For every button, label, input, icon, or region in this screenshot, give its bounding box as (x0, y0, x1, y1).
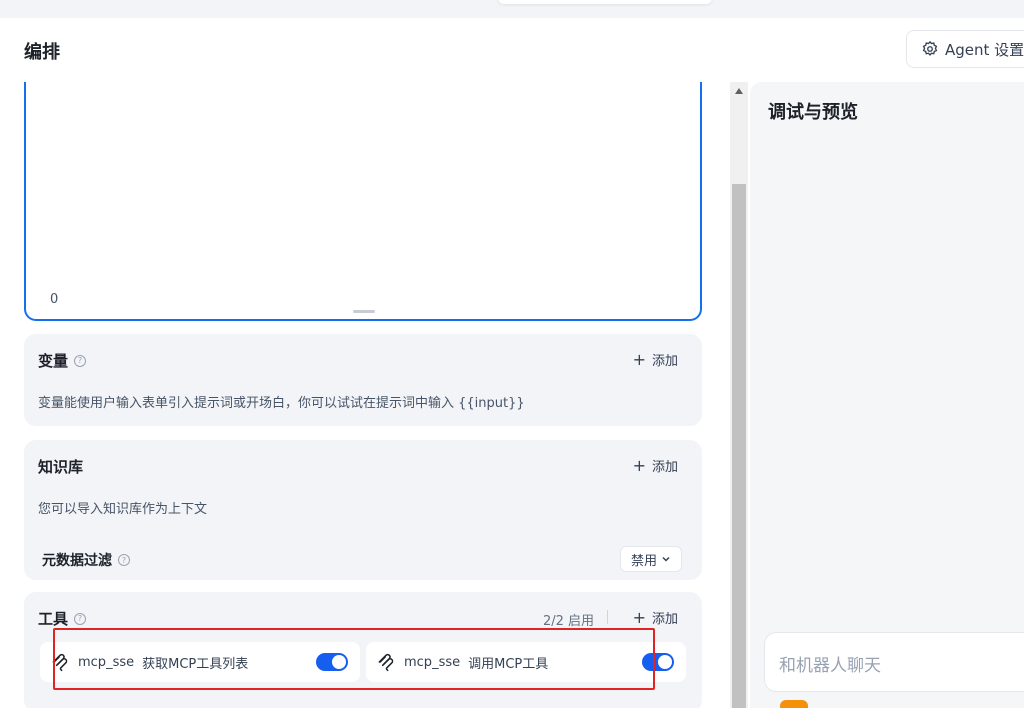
divider (607, 610, 608, 624)
tool-item[interactable]: mcp_sse 获取MCP工具列表 (40, 642, 360, 682)
tools-section: 工具 ? 2/2 启用 + 添加 mcp_sse 获取MCP工具列表 mcp_s… (24, 592, 702, 708)
tools-title: 工具 (38, 610, 69, 628)
tool-description: 调用MCP工具 (468, 656, 549, 672)
plus-icon: + (632, 607, 646, 627)
help-icon[interactable]: ? (74, 354, 87, 367)
help-icon[interactable]: ? (74, 612, 87, 625)
scroll-thumb[interactable] (732, 184, 746, 708)
resize-handle[interactable] (353, 310, 375, 313)
chevron-down-icon (662, 556, 670, 562)
tools-enabled-status: 2/2 启用 (542, 614, 594, 629)
scroll-up-arrow-icon[interactable] (735, 88, 743, 94)
preview-title: 调试与预览 (768, 102, 858, 123)
variables-title-row: 变量 ? (38, 350, 87, 371)
metadata-filter-label: 元数据过滤 (42, 553, 112, 569)
main-panel: 编排 Agent 设置 0 变量 ? + 添加 变量能使用户输入表单引入提示词或… (0, 18, 1024, 708)
variables-title: 变量 (38, 352, 69, 370)
knowledge-add-label: 添加 (651, 460, 678, 475)
knowledge-description: 您可以导入知识库作为上下文 (38, 502, 208, 517)
agent-settings-label: Agent 设置 (945, 40, 1024, 59)
plus-icon: + (632, 349, 646, 369)
variables-description: 变量能使用户输入表单引入提示词或开场白，你可以试试在提示词中输入 {{input… (38, 396, 525, 411)
knowledge-add-button[interactable]: + 添加 (633, 456, 678, 475)
prompt-char-count: 0 (50, 292, 59, 307)
tools-add-button[interactable]: + 添加 (633, 608, 678, 627)
avatar (780, 700, 808, 708)
agent-settings-button[interactable]: Agent 设置 (906, 30, 1024, 68)
orchestration-panel: 0 变量 ? + 添加 变量能使用户输入表单引入提示词或开场白，你可以试试在提示… (0, 82, 722, 708)
top-bar (0, 0, 1024, 18)
scrollbar[interactable] (730, 82, 748, 708)
knowledge-section: 知识库 + 添加 您可以导入知识库作为上下文 元数据过滤 ? 禁用 (24, 440, 702, 580)
chat-input[interactable]: 和机器人聊天 (764, 632, 1024, 692)
tool-name: mcp_sse (78, 654, 135, 670)
metadata-filter-title-row: 元数据过滤 ? (42, 550, 130, 570)
tool-toggle[interactable] (642, 653, 674, 671)
debug-preview-panel: 调试与预览 和机器人聊天 (750, 82, 1024, 708)
metadata-filter-select[interactable]: 禁用 (620, 546, 682, 572)
tool-description: 获取MCP工具列表 (142, 656, 249, 672)
mcp-icon (378, 653, 394, 672)
page-title: 编排 (24, 42, 60, 63)
metadata-filter-value: 禁用 (630, 553, 657, 569)
tools-title-row: 工具 ? (38, 608, 87, 629)
variables-add-button[interactable]: + 添加 (633, 350, 678, 369)
variables-section: 变量 ? + 添加 变量能使用户输入表单引入提示词或开场白，你可以试试在提示词中… (24, 334, 702, 426)
prompt-editor[interactable]: 0 (24, 82, 702, 321)
tool-name: mcp_sse (404, 654, 461, 670)
top-tab[interactable] (498, 0, 712, 4)
gear-icon (922, 40, 938, 56)
tools-add-label: 添加 (651, 612, 678, 627)
knowledge-title: 知识库 (38, 458, 84, 476)
variables-add-label: 添加 (651, 354, 678, 369)
tool-toggle[interactable] (316, 653, 348, 671)
tool-item[interactable]: mcp_sse 调用MCP工具 (366, 642, 686, 682)
plus-icon: + (632, 455, 646, 475)
mcp-icon (52, 653, 68, 672)
help-icon[interactable]: ? (118, 554, 130, 566)
